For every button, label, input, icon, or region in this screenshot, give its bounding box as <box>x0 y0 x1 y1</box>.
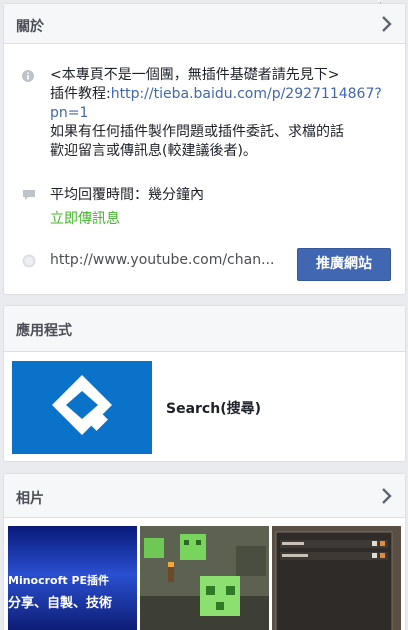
photo-1-caption: Minocroft PE插件 分享、自製、技術 <box>8 572 137 611</box>
description-line-4: 歡迎留言或傳訊息(較建議後者)。 <box>50 143 257 159</box>
about-card: 關於 <本專頁不是一個團，無插件基礎者請先見下> 插件教程:http://tie… <box>3 3 406 295</box>
photo-1-line-1: Minocroft PE插件 <box>8 574 110 587</box>
about-title: 關於 <box>16 19 44 35</box>
description-line-1: <本專頁不是一個團，無插件基礎者請先見下> <box>50 67 340 83</box>
send-message-link[interactable]: 立即傳訊息 <box>50 210 120 229</box>
photos-title: 相片 <box>16 491 44 507</box>
photo-1-line-2: 分享、自製、技術 <box>8 596 113 611</box>
message-icon <box>23 190 35 200</box>
photo-2-image <box>140 526 269 630</box>
photos-card: 相片 Minocroft PE插件 分享、自製、技術 <box>3 473 406 630</box>
photo-3-image <box>272 526 401 630</box>
tutorial-line: 插件教程:http://tieba.baidu.com/p/2927114867… <box>50 85 391 104</box>
app-name[interactable]: Search(搜尋) <box>166 398 261 418</box>
info-icon <box>22 70 34 82</box>
website-link[interactable]: http://www.youtube.com/chan... <box>50 251 285 270</box>
photo-2[interactable] <box>140 526 269 630</box>
about-header[interactable]: 關於 <box>4 4 405 44</box>
about-description: <本專頁不是一個團，無插件基礎者請先見下> 插件教程:http://tieba.… <box>50 66 391 161</box>
chevron-right-icon[interactable] <box>379 15 395 33</box>
apps-header: 應用程式 <box>4 306 405 352</box>
globe-icon <box>22 254 36 268</box>
search-app-image[interactable] <box>12 361 152 454</box>
photos-header[interactable]: 相片 <box>4 474 405 518</box>
photo-1[interactable]: Minocroft PE插件 分享、自製、技術 <box>8 526 137 630</box>
apps-card: 應用程式 Search(搜尋) <box>3 305 406 462</box>
chevron-right-icon[interactable] <box>379 487 395 505</box>
search-app-logo-icon <box>52 375 112 435</box>
photo-3[interactable] <box>272 526 401 630</box>
promote-website-button[interactable]: 推廣網站 <box>297 248 391 281</box>
description-line-3: 如果有任何插件製作問題或插件委託、求檔的話 <box>50 124 344 140</box>
tutorial-prefix: 插件教程: <box>50 86 111 102</box>
tutorial-link[interactable]: http://tieba.baidu.com/p/2927114867? <box>111 86 382 102</box>
tutorial-link-continued[interactable]: pn=1 <box>50 104 391 123</box>
apps-title: 應用程式 <box>16 323 72 339</box>
response-time: 平均回覆時間：幾分鐘內 <box>50 187 204 203</box>
